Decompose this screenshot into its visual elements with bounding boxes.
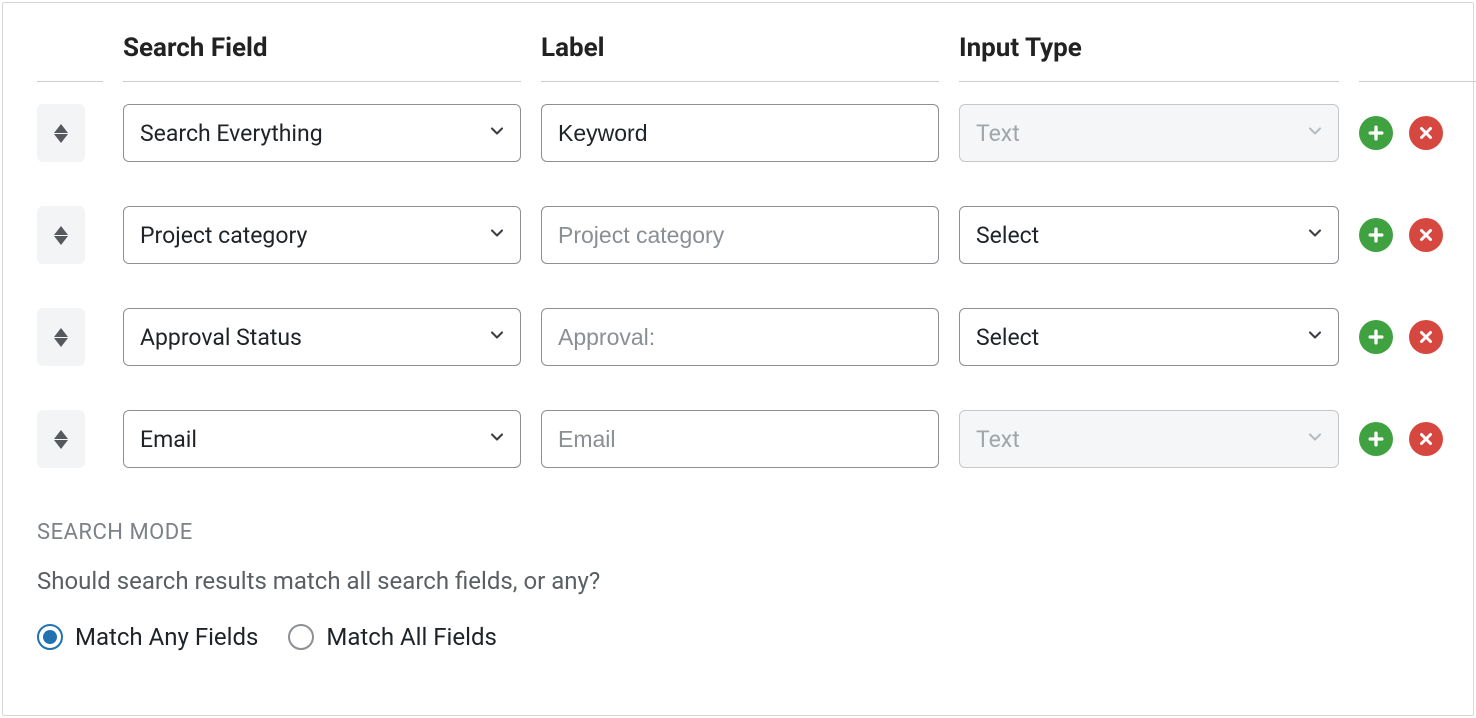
select-value: Select (976, 222, 1039, 249)
sort-up-icon (54, 226, 68, 235)
input-type-select: Text (959, 104, 1339, 162)
sort-up-icon (54, 430, 68, 439)
row-actions (1359, 422, 1476, 456)
header-spacer (1359, 33, 1476, 82)
drag-handle[interactable] (37, 206, 85, 264)
column-header-input-type: Input Type (959, 33, 1339, 82)
radio-match-all[interactable]: Match All Fields (288, 623, 496, 651)
search-field-select[interactable]: Approval Status (123, 308, 521, 366)
row-actions (1359, 320, 1476, 354)
input-type-select[interactable]: Select (959, 308, 1339, 366)
search-field-select[interactable]: Project category (123, 206, 521, 264)
column-header-label: Label (541, 33, 939, 82)
search-mode-description: Should search results match all search f… (37, 567, 1439, 595)
header-spacer (37, 33, 103, 82)
drag-handle[interactable] (37, 104, 85, 162)
input-type-select[interactable]: Select (959, 206, 1339, 264)
select-value: Text (976, 426, 1020, 453)
drag-handle[interactable] (37, 410, 85, 468)
radio-match-any[interactable]: Match Any Fields (37, 623, 258, 651)
sort-down-icon (54, 236, 68, 245)
remove-row-button[interactable] (1409, 422, 1443, 456)
drag-handle[interactable] (37, 308, 85, 366)
search-fields-grid: Search Field Label Input Type Search Eve… (37, 33, 1439, 490)
label-input[interactable] (541, 206, 939, 264)
sort-up-icon (54, 328, 68, 337)
radio-label: Match All Fields (326, 623, 496, 651)
column-header-search-field: Search Field (123, 33, 521, 82)
row-actions (1359, 218, 1476, 252)
select-value: Select (976, 324, 1039, 351)
radio-indicator (37, 624, 63, 650)
remove-row-button[interactable] (1409, 218, 1443, 252)
add-row-button[interactable] (1359, 218, 1393, 252)
select-value: Approval Status (140, 324, 302, 351)
sort-down-icon (54, 338, 68, 347)
sort-down-icon (54, 440, 68, 449)
sort-down-icon (54, 134, 68, 143)
remove-row-button[interactable] (1409, 116, 1443, 150)
label-input[interactable] (541, 410, 939, 468)
label-input[interactable] (541, 308, 939, 366)
search-fields-panel: Search Field Label Input Type Search Eve… (2, 2, 1474, 716)
select-value: Email (140, 426, 197, 453)
radio-indicator (288, 624, 314, 650)
search-mode-title: SEARCH MODE (37, 520, 1439, 545)
search-mode-radio-group: Match Any Fields Match All Fields (37, 623, 1439, 651)
search-field-select[interactable]: Search Everything (123, 104, 521, 162)
row-actions (1359, 116, 1476, 150)
sort-up-icon (54, 124, 68, 133)
add-row-button[interactable] (1359, 422, 1393, 456)
remove-row-button[interactable] (1409, 320, 1443, 354)
add-row-button[interactable] (1359, 116, 1393, 150)
radio-label: Match Any Fields (75, 623, 258, 651)
select-value: Text (976, 120, 1020, 147)
add-row-button[interactable] (1359, 320, 1393, 354)
search-field-select[interactable]: Email (123, 410, 521, 468)
select-value: Project category (140, 222, 307, 249)
input-type-select: Text (959, 410, 1339, 468)
select-value: Search Everything (140, 120, 323, 147)
label-input[interactable] (541, 104, 939, 162)
radio-dot (43, 630, 57, 644)
